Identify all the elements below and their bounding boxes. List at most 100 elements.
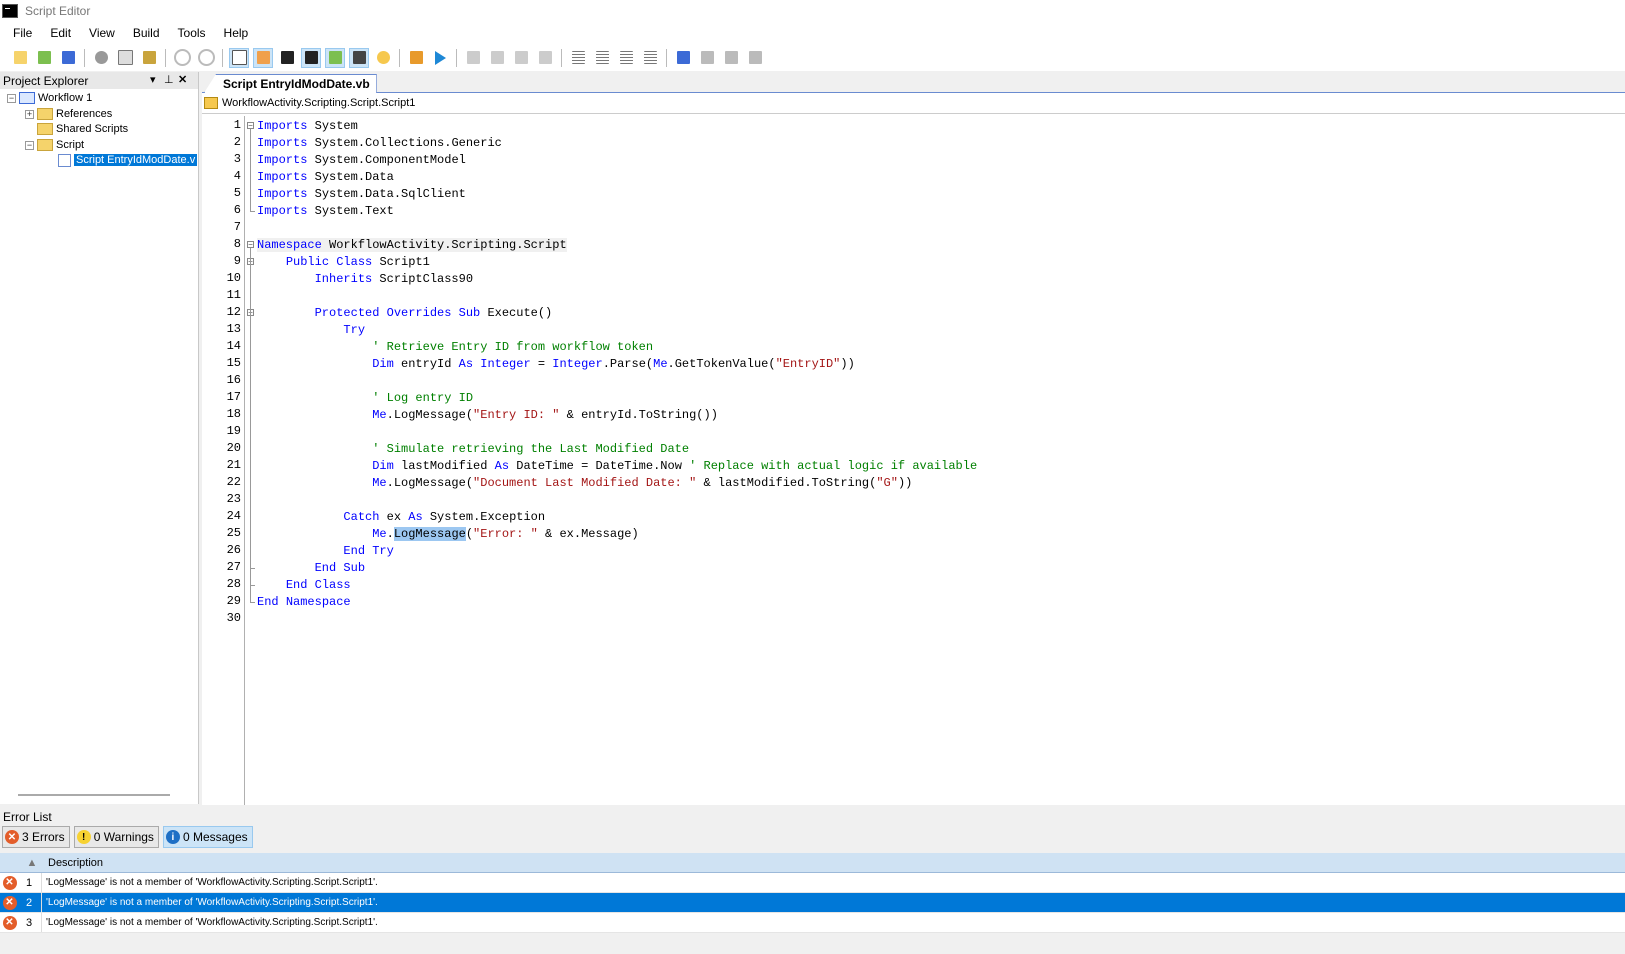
stop-debug-button[interactable]: [535, 48, 555, 68]
breakpoint-button[interactable]: [373, 48, 393, 68]
copy-doc-button[interactable]: [697, 48, 717, 68]
tab-script-file[interactable]: Script EntryIdModDate.vb: [204, 74, 377, 93]
code-line[interactable]: ' Retrieve Entry ID from workflow token: [257, 339, 653, 355]
line-number: 6: [233, 203, 241, 217]
add-button[interactable]: [34, 48, 54, 68]
warnings-filter-button[interactable]: ! 0 Warnings: [73, 826, 159, 848]
menu-build[interactable]: Build: [124, 26, 169, 40]
code-line[interactable]: Dim lastModified As DateTime = DateTime.…: [257, 458, 977, 474]
remove-doc-button[interactable]: [745, 48, 765, 68]
code-line[interactable]: Imports System.Collections.Generic: [257, 135, 502, 151]
paste-button[interactable]: [139, 48, 159, 68]
dropdown-arrow-icon[interactable]: ▾: [150, 73, 156, 86]
toolbar-separator: [456, 48, 457, 67]
code-line[interactable]: Namespace WorkflowActivity.Scripting.Scr…: [257, 237, 567, 253]
pin-icon[interactable]: ⊥: [164, 73, 174, 86]
tree-node-references[interactable]: + References: [25, 106, 112, 122]
menu-help[interactable]: Help: [215, 26, 258, 40]
code-line[interactable]: Me.LogMessage("Entry ID: " & entryId.ToS…: [257, 407, 718, 423]
tree-node-script-folder[interactable]: − Script: [25, 137, 84, 153]
menu-view[interactable]: View: [80, 26, 124, 40]
code-line[interactable]: Imports System.Data: [257, 169, 394, 185]
build-button[interactable]: [406, 48, 426, 68]
copy-button[interactable]: [115, 48, 135, 68]
code-line[interactable]: End Class: [257, 577, 351, 593]
folding-margin: −−−−: [245, 116, 257, 805]
outdent-icon: [643, 51, 657, 64]
code-line[interactable]: ' Log entry ID: [257, 390, 473, 406]
step-over-icon: [490, 51, 504, 64]
code-line[interactable]: End Try: [257, 543, 393, 559]
code-line[interactable]: End Namespace: [257, 594, 351, 610]
close-icon[interactable]: ✕: [178, 73, 187, 86]
code-token: End: [257, 595, 279, 609]
step-over-button[interactable]: [487, 48, 507, 68]
cut-button[interactable]: [91, 48, 111, 68]
run-window-button[interactable]: [325, 47, 345, 68]
fold-toggle-icon[interactable]: −: [247, 122, 254, 130]
watch-button[interactable]: [349, 47, 369, 68]
code-line[interactable]: Imports System.Data.SqlClient: [257, 186, 466, 202]
code-line[interactable]: Me.LogMessage("Document Last Modified Da…: [257, 475, 912, 491]
collapse-icon[interactable]: −: [7, 93, 16, 103]
save-button[interactable]: [58, 48, 78, 68]
error-row-selected[interactable]: ✕ 2 'LogMessage' is not a member of 'Wor…: [0, 893, 1625, 913]
navigation-bar[interactable]: WorkflowActivity.Scripting.Script.Script…: [202, 93, 1625, 114]
code-line[interactable]: Inherits ScriptClass90: [257, 271, 473, 287]
indent-button[interactable]: [616, 48, 636, 68]
find-in-files-button[interactable]: [301, 47, 321, 68]
code-token: =: [530, 357, 553, 371]
step-out-button[interactable]: [511, 48, 531, 68]
tree-node-workflow[interactable]: − Workflow 1: [7, 90, 92, 106]
expand-icon[interactable]: +: [25, 109, 34, 119]
code-editor[interactable]: 1 2 3 4 5 6 7 8 9 10 11 12 13 14 15 16 17 18 19 20 21 22 23 24 2…: [202, 116, 1625, 805]
step-into-button[interactable]: [463, 48, 483, 68]
errors-filter-button[interactable]: ✕ 3 Errors: [2, 826, 70, 848]
view-toggle-button[interactable]: [229, 47, 249, 68]
error-list-button[interactable]: [253, 47, 273, 68]
collapse-icon[interactable]: −: [25, 140, 34, 150]
menu-file[interactable]: File: [0, 26, 41, 40]
sort-arrow-icon[interactable]: ▲: [22, 857, 42, 869]
code-line[interactable]: Dim entryId As Integer = Integer.Parse(M…: [257, 356, 855, 372]
comment-button[interactable]: [568, 48, 588, 68]
build-icon: [409, 51, 423, 64]
error-icon: ✕: [2, 915, 17, 930]
messages-filter-button[interactable]: i 0 Messages: [162, 826, 253, 848]
run-button[interactable]: [430, 48, 450, 68]
code-line[interactable]: ' Simulate retrieving the Last Modified …: [257, 441, 689, 457]
code-token: DateTime = DateTime.Now: [509, 459, 690, 473]
horizontal-scrollbar[interactable]: [18, 794, 170, 796]
tree-node-script-file[interactable]: Script EntryIdModDate.v: [58, 152, 198, 168]
find-button[interactable]: [277, 48, 297, 68]
fold-toggle-icon[interactable]: −: [247, 241, 254, 249]
tree-node-shared-scripts[interactable]: Shared Scripts: [37, 121, 128, 137]
code-line[interactable]: Imports System: [257, 118, 358, 134]
column-description[interactable]: Description: [42, 857, 103, 869]
menu-tools[interactable]: Tools: [169, 26, 215, 40]
code-line[interactable]: Public Class Script1: [257, 254, 430, 270]
undo-button[interactable]: [172, 48, 192, 68]
fold-line: [250, 248, 251, 602]
uncomment-button[interactable]: [592, 48, 612, 68]
paste-doc-button[interactable]: [721, 48, 741, 68]
new-script-button[interactable]: [10, 48, 30, 68]
code-line[interactable]: Me.LogMessage("Error: " & ex.Message): [257, 526, 639, 542]
error-row[interactable]: ✕ 1 'LogMessage' is not a member of 'Wor…: [0, 873, 1625, 893]
code-line[interactable]: Catch ex As System.Exception: [257, 509, 545, 525]
document-tabs: Script EntryIdModDate.vb: [202, 72, 1625, 93]
line-number: 10: [226, 271, 241, 285]
redo-button[interactable]: [196, 48, 216, 68]
menu-edit[interactable]: Edit: [41, 26, 80, 40]
fold-line: [250, 129, 251, 211]
code-line[interactable]: Try: [257, 322, 365, 338]
outdent-button[interactable]: [640, 48, 660, 68]
line-number: 1: [233, 118, 241, 132]
title-bar: Script Editor: [0, 0, 1625, 22]
error-row[interactable]: ✕ 3 'LogMessage' is not a member of 'Wor…: [0, 913, 1625, 933]
code-line[interactable]: Imports System.Text: [257, 203, 394, 219]
code-line[interactable]: Protected Overrides Sub Execute(): [257, 305, 553, 321]
code-line[interactable]: Imports System.ComponentModel: [257, 152, 466, 168]
code-line[interactable]: End Sub: [257, 560, 365, 576]
references-button[interactable]: [673, 48, 693, 68]
